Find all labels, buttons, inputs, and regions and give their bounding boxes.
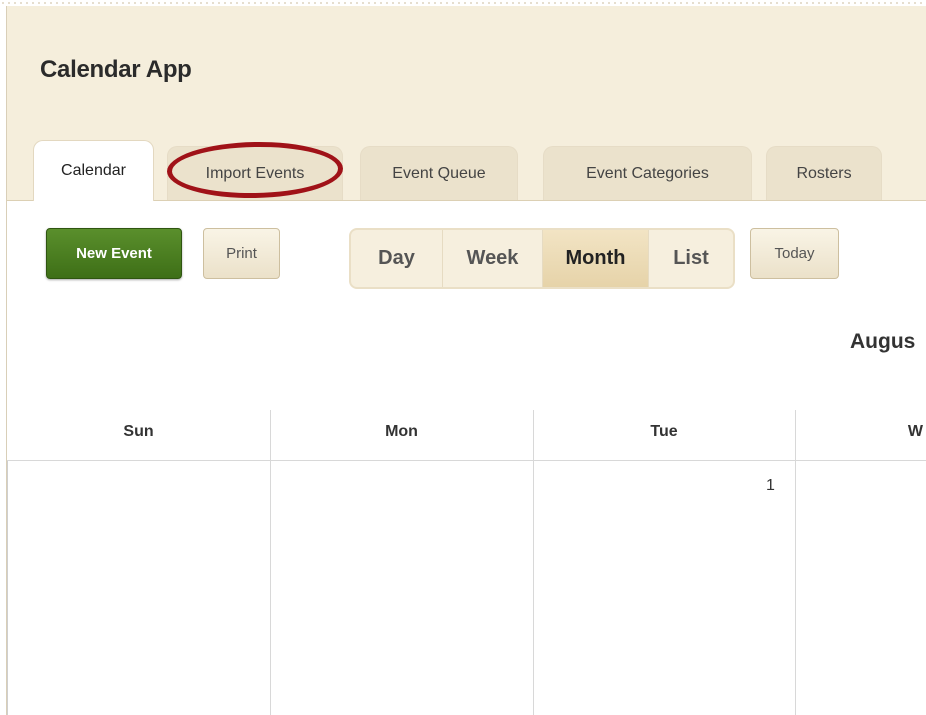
view-day-button[interactable]: Day <box>351 230 443 287</box>
tab-rosters[interactable]: Rosters <box>766 146 882 200</box>
view-switcher: Day Week Month List <box>349 228 735 289</box>
view-month-button[interactable]: Month <box>543 230 649 287</box>
print-button[interactable]: Print <box>203 228 280 279</box>
day-cell-number[interactable]: 1 <box>766 477 775 495</box>
today-button[interactable]: Today <box>750 228 839 279</box>
tab-event-categories[interactable]: Event Categories <box>543 146 752 200</box>
grid-divider <box>270 410 271 715</box>
tab-calendar[interactable]: Calendar <box>33 140 154 201</box>
weekday-header-tue: Tue <box>650 423 678 440</box>
weekday-header-mon: Mon <box>385 423 418 440</box>
grid-divider <box>795 410 796 715</box>
tab-calendar-label: Calendar <box>61 162 126 179</box>
app-header: Calendar App Calendar Import Events Even… <box>7 6 926 201</box>
weekday-header-wed: W <box>907 423 923 440</box>
new-event-button[interactable]: New Event <box>46 228 182 279</box>
month-title: Augus <box>850 330 916 353</box>
view-week-button[interactable]: Week <box>443 230 543 287</box>
tab-event-queue-label: Event Queue <box>392 164 486 182</box>
grid-divider <box>533 410 534 715</box>
tab-event-queue[interactable]: Event Queue <box>360 146 518 200</box>
tab-import-events-label: Import Events <box>205 164 305 182</box>
app-title: Calendar App <box>40 56 192 83</box>
app-frame: Calendar App Calendar Import Events Even… <box>6 6 926 715</box>
view-list-button[interactable]: List <box>649 230 733 287</box>
weekday-header-sun: Sun <box>123 423 154 440</box>
tab-import-events[interactable]: Import Events <box>167 146 343 200</box>
month-grid: Sun Mon Tue W 1 <box>7 404 926 715</box>
tab-event-categories-label: Event Categories <box>586 164 709 182</box>
grid-divider <box>7 460 926 461</box>
tab-rosters-label: Rosters <box>796 164 852 182</box>
grid-divider <box>7 460 8 715</box>
